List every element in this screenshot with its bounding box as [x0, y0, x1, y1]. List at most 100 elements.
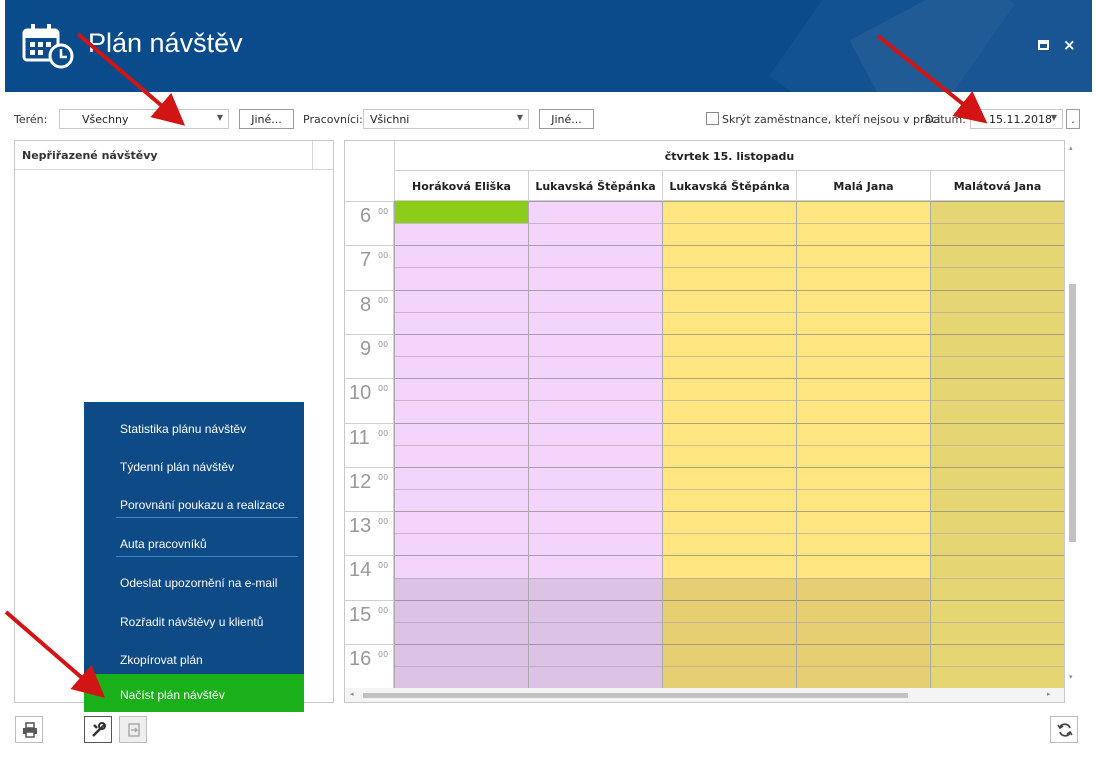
time-slot[interactable]: [931, 267, 1064, 289]
time-slot[interactable]: [395, 245, 528, 267]
time-slot[interactable]: [395, 555, 528, 577]
time-slot[interactable]: [529, 666, 662, 688]
time-slot[interactable]: [395, 223, 528, 245]
export-button[interactable]: [119, 716, 147, 743]
time-slot[interactable]: [529, 290, 662, 312]
time-slot[interactable]: [663, 290, 796, 312]
time-slot[interactable]: [931, 511, 1064, 533]
time-slot[interactable]: [931, 312, 1064, 334]
maximize-icon[interactable]: [1038, 40, 1049, 50]
time-slot[interactable]: [529, 555, 662, 577]
time-slot[interactable]: [931, 223, 1064, 245]
resource-column[interactable]: [394, 201, 528, 688]
scroll-left-icon[interactable]: ◂: [350, 690, 354, 698]
time-slot[interactable]: [797, 267, 930, 289]
time-slot[interactable]: [931, 245, 1064, 267]
date-extra-button[interactable]: .: [1066, 109, 1080, 129]
time-slot[interactable]: [931, 578, 1064, 600]
teren-select[interactable]: Všechny ▼: [59, 109, 229, 129]
time-slot[interactable]: [663, 400, 796, 422]
horizontal-scrollbar[interactable]: ◂ ▸: [345, 688, 1064, 702]
resource-column[interactable]: [796, 201, 930, 688]
time-slot[interactable]: [395, 600, 528, 622]
time-slot[interactable]: [529, 378, 662, 400]
time-slot[interactable]: [663, 245, 796, 267]
time-slot[interactable]: [529, 445, 662, 467]
time-slot[interactable]: [797, 400, 930, 422]
time-slot[interactable]: [663, 467, 796, 489]
time-slot[interactable]: [797, 644, 930, 666]
time-slot[interactable]: [931, 201, 1064, 223]
time-slot[interactable]: [529, 334, 662, 356]
scroll-down-icon[interactable]: ▾: [1069, 673, 1073, 681]
time-slot[interactable]: [529, 467, 662, 489]
menu-item[interactable]: Statistika plánu návštěv: [84, 410, 304, 448]
time-slot[interactable]: [663, 267, 796, 289]
refresh-button[interactable]: [1050, 716, 1078, 743]
time-slot[interactable]: [395, 467, 528, 489]
resource-column[interactable]: [528, 201, 662, 688]
pracovnici-other-button[interactable]: Jiné...: [539, 109, 594, 129]
scroll-up-icon[interactable]: ▴: [1069, 144, 1073, 152]
hide-absent-checkbox[interactable]: [706, 112, 719, 125]
time-slot[interactable]: [797, 423, 930, 445]
time-slot[interactable]: [529, 356, 662, 378]
time-slot[interactable]: [931, 467, 1064, 489]
time-slot[interactable]: [395, 423, 528, 445]
time-slot[interactable]: [797, 245, 930, 267]
menu-item[interactable]: Načíst plán návštěv: [84, 674, 304, 712]
scheduler-grid[interactable]: čtvrtek 15. listopadu 6 00 7 00 8 00 9 00 10 00 11…: [344, 140, 1065, 703]
time-slot[interactable]: [395, 445, 528, 467]
time-slot[interactable]: [395, 533, 528, 555]
time-slot[interactable]: [797, 378, 930, 400]
time-slot[interactable]: [663, 666, 796, 688]
time-slot[interactable]: [931, 644, 1064, 666]
time-slot[interactable]: [797, 622, 930, 644]
time-slot[interactable]: [529, 578, 662, 600]
time-slot[interactable]: [529, 600, 662, 622]
time-slot[interactable]: [797, 578, 930, 600]
appointment-block[interactable]: [395, 201, 528, 223]
time-slot[interactable]: [931, 423, 1064, 445]
time-slot[interactable]: [931, 445, 1064, 467]
date-picker[interactable]: 15.11.2018 ▼: [970, 109, 1063, 129]
time-slot[interactable]: [395, 400, 528, 422]
time-slot[interactable]: [931, 489, 1064, 511]
time-slot[interactable]: [529, 511, 662, 533]
time-slot[interactable]: [529, 622, 662, 644]
time-slot[interactable]: [529, 400, 662, 422]
pracovnici-select[interactable]: Všichni ▼: [363, 109, 529, 129]
vertical-scrollbar[interactable]: ▴ ▾: [1066, 140, 1080, 685]
time-slot[interactable]: [931, 533, 1064, 555]
time-slot[interactable]: [797, 312, 930, 334]
time-slot[interactable]: [663, 223, 796, 245]
time-slot[interactable]: [663, 489, 796, 511]
time-slot[interactable]: [797, 290, 930, 312]
time-slot[interactable]: [529, 267, 662, 289]
time-slot[interactable]: [797, 489, 930, 511]
print-button[interactable]: [15, 716, 43, 743]
time-slot[interactable]: [663, 423, 796, 445]
time-slot[interactable]: [663, 555, 796, 577]
time-slot[interactable]: [663, 533, 796, 555]
time-slot[interactable]: [395, 644, 528, 666]
time-slot[interactable]: [797, 201, 930, 223]
scroll-thumb[interactable]: [363, 693, 908, 698]
time-slot[interactable]: [663, 334, 796, 356]
time-slot[interactable]: [797, 511, 930, 533]
time-slot[interactable]: [395, 622, 528, 644]
time-slot[interactable]: [529, 533, 662, 555]
time-slot[interactable]: [663, 312, 796, 334]
time-slot[interactable]: [663, 644, 796, 666]
time-slot[interactable]: [663, 600, 796, 622]
menu-item[interactable]: Odeslat upozornění na e-mail: [84, 564, 304, 602]
time-slot[interactable]: [529, 245, 662, 267]
menu-item[interactable]: Týdenní plán návštěv: [84, 448, 304, 486]
time-slot[interactable]: [395, 290, 528, 312]
time-slot[interactable]: [529, 312, 662, 334]
time-slot[interactable]: [395, 378, 528, 400]
time-slot[interactable]: [663, 511, 796, 533]
time-slot[interactable]: [931, 622, 1064, 644]
menu-item[interactable]: Porovnání poukazu a realizace: [84, 486, 304, 524]
time-slot[interactable]: [931, 356, 1064, 378]
